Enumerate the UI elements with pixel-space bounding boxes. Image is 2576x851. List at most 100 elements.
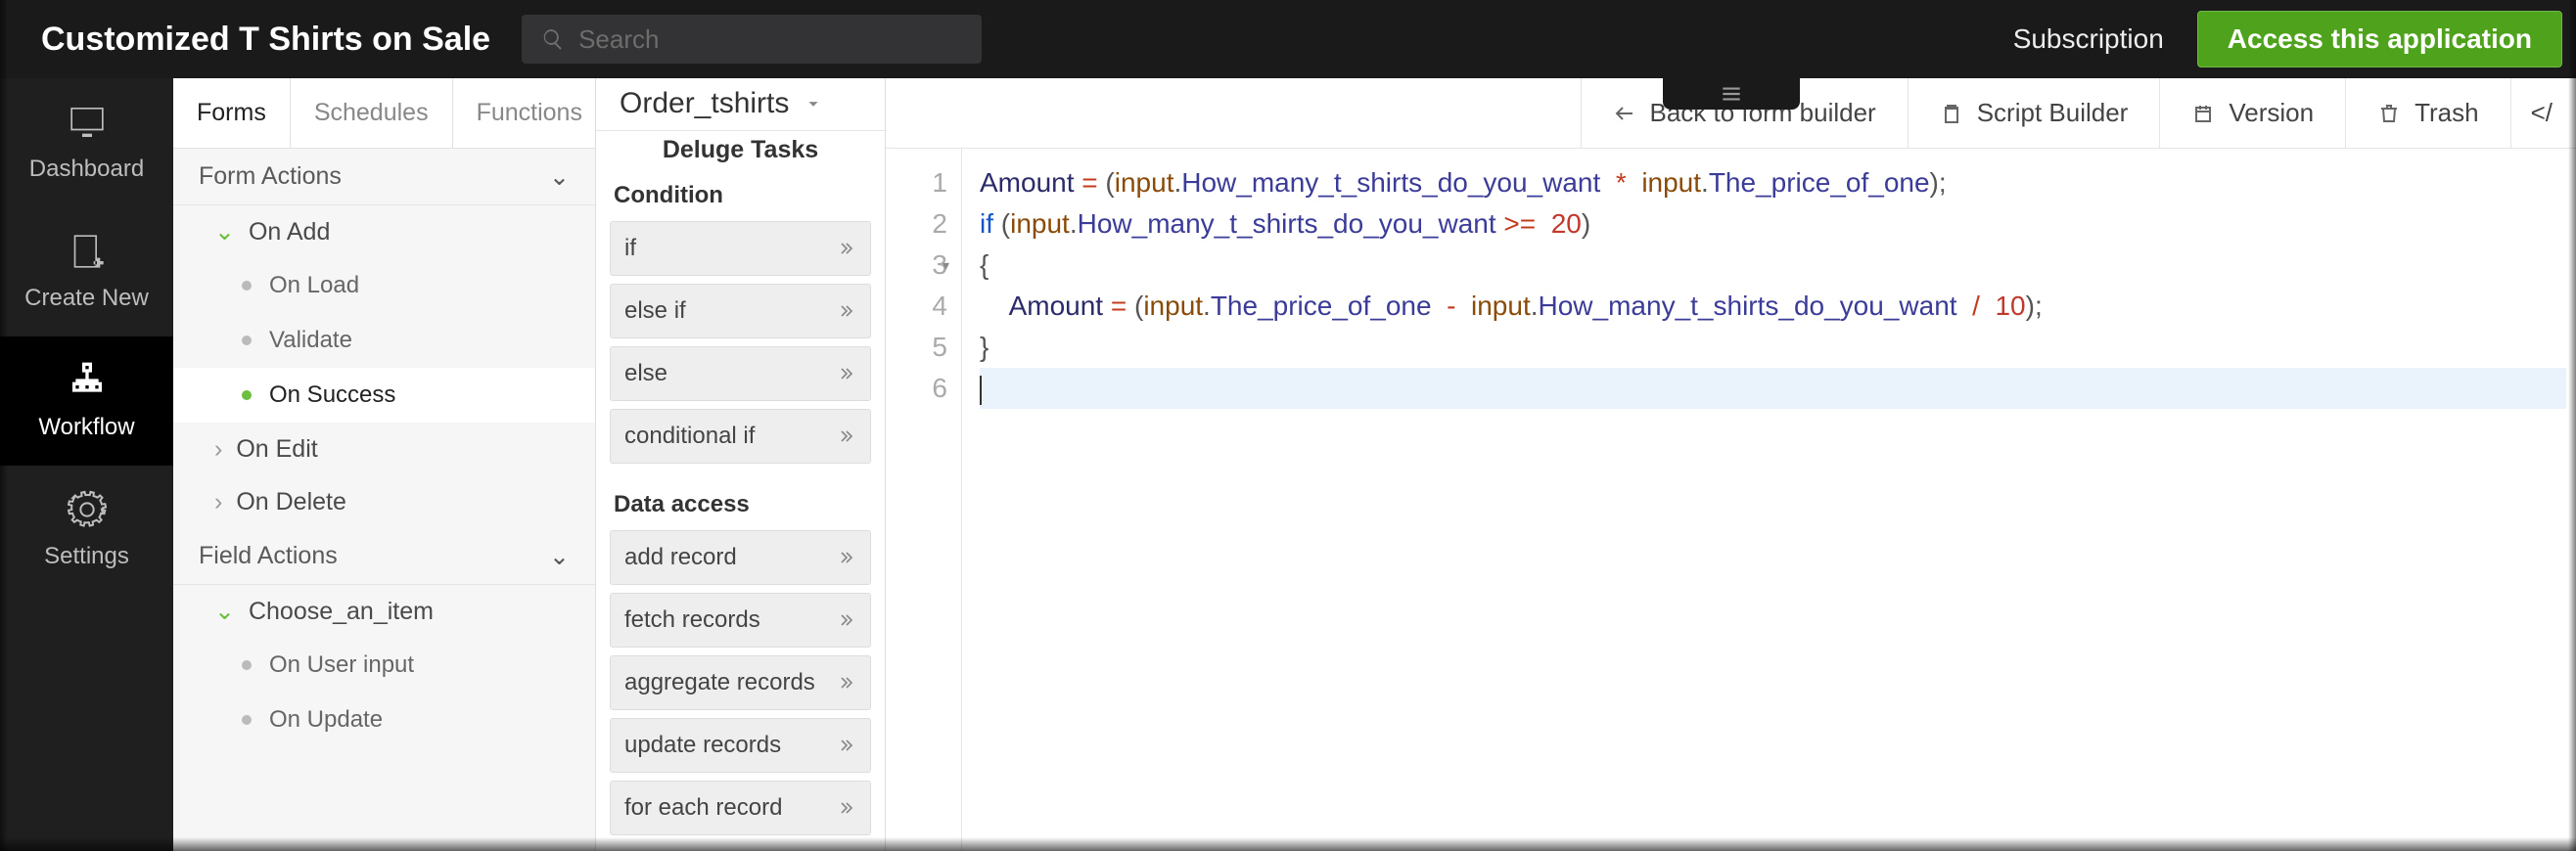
trash-icon bbox=[2377, 102, 2401, 125]
workflow-icon bbox=[68, 361, 107, 400]
action-label: Validate bbox=[269, 327, 352, 354]
event-label: On Delete bbox=[236, 488, 346, 516]
action-on-update[interactable]: On Update bbox=[173, 693, 595, 747]
task-else-if[interactable]: else if bbox=[610, 284, 871, 338]
double-chevron-right-icon bbox=[837, 301, 856, 321]
menu-icon bbox=[1719, 81, 1744, 107]
task-label: update records bbox=[624, 732, 781, 759]
status-dot bbox=[242, 390, 252, 400]
task-label: else if bbox=[624, 297, 686, 325]
task-label: add record bbox=[624, 544, 737, 571]
button-label: Trash bbox=[2415, 98, 2479, 128]
chevron-down-icon: ⌄ bbox=[549, 542, 570, 571]
task-add-record[interactable]: add record bbox=[610, 530, 871, 585]
event-label: On Edit bbox=[236, 435, 317, 464]
arrow-left-icon bbox=[1613, 102, 1636, 125]
action-label: On Success bbox=[269, 381, 395, 409]
tablet-plus-icon bbox=[68, 232, 107, 271]
action-label: On User input bbox=[269, 651, 414, 679]
task-group-condition: Condition bbox=[610, 170, 871, 221]
nav-settings[interactable]: Settings bbox=[0, 466, 173, 595]
task-label: if bbox=[624, 235, 636, 262]
double-chevron-right-icon bbox=[837, 426, 856, 446]
task-fetch-records[interactable]: fetch records bbox=[610, 593, 871, 648]
action-on-user-input[interactable]: On User input bbox=[173, 638, 595, 693]
form-name-label: Order_tshirts bbox=[620, 87, 789, 120]
form-selector[interactable]: Order_tshirts bbox=[596, 78, 885, 131]
tab-functions[interactable]: Functions bbox=[453, 78, 596, 148]
code-editor[interactable]: 1 2 3 4 5 6 Amount = (input.How_many_t_s… bbox=[886, 149, 2576, 851]
monitor-icon bbox=[68, 103, 107, 142]
chevron-down-icon: ⌄ bbox=[214, 597, 235, 626]
status-dot bbox=[242, 281, 252, 291]
nav-label: Workflow bbox=[38, 414, 134, 441]
app-title: Customized T Shirts on Sale bbox=[41, 21, 490, 59]
nav-workflow[interactable]: Workflow bbox=[0, 336, 173, 466]
chevron-down-icon: ⌄ bbox=[214, 217, 235, 246]
code-bracket-button[interactable]: </ bbox=[2510, 78, 2572, 149]
action-label: On Update bbox=[269, 706, 383, 734]
nav-label: Dashboard bbox=[29, 156, 144, 183]
chevron-down-icon bbox=[803, 93, 824, 114]
section-label: Form Actions bbox=[199, 162, 342, 191]
code-body[interactable]: Amount = (input.How_many_t_shirts_do_you… bbox=[962, 149, 2576, 851]
task-for-each-record[interactable]: for each record bbox=[610, 781, 871, 835]
task-group-data-access: Data access bbox=[610, 479, 871, 530]
double-chevron-right-icon bbox=[837, 610, 856, 630]
search-wrap[interactable] bbox=[522, 15, 982, 64]
tab-forms[interactable]: Forms bbox=[173, 78, 291, 148]
deluge-tasks-title: Deluge Tasks bbox=[596, 131, 885, 170]
clipboard-icon bbox=[1940, 102, 1963, 125]
status-dot bbox=[242, 336, 252, 345]
angle-bracket-label: </ bbox=[2531, 98, 2553, 128]
panel-drag-handle[interactable] bbox=[1663, 78, 1800, 110]
subscription-link[interactable]: Subscription bbox=[2013, 23, 2164, 55]
access-application-button[interactable]: Access this application bbox=[2197, 11, 2562, 67]
nav-create-new[interactable]: Create New bbox=[0, 207, 173, 336]
event-on-delete[interactable]: › On Delete bbox=[173, 475, 595, 528]
action-validate[interactable]: Validate bbox=[173, 313, 595, 368]
line-gutter: 1 2 3 4 5 6 bbox=[886, 149, 962, 851]
text-cursor bbox=[980, 376, 982, 405]
event-on-add[interactable]: ⌄ On Add bbox=[173, 205, 595, 258]
nav-dashboard[interactable]: Dashboard bbox=[0, 78, 173, 207]
task-label: conditional if bbox=[624, 423, 755, 450]
status-dot bbox=[242, 715, 252, 725]
trash-button[interactable]: Trash bbox=[2345, 78, 2510, 149]
chevron-right-icon: › bbox=[214, 435, 222, 464]
section-form-actions[interactable]: Form Actions ⌄ bbox=[173, 149, 595, 205]
nav-label: Create New bbox=[24, 285, 149, 312]
chevron-right-icon: › bbox=[214, 488, 222, 516]
button-label: Script Builder bbox=[1977, 98, 2129, 128]
field-choose-an-item[interactable]: ⌄ Choose_an_item bbox=[173, 585, 595, 638]
double-chevron-right-icon bbox=[837, 798, 856, 818]
task-label: else bbox=[624, 360, 667, 387]
task-update-records[interactable]: update records bbox=[610, 718, 871, 773]
task-conditional-if[interactable]: conditional if bbox=[610, 409, 871, 464]
task-label: aggregate records bbox=[624, 669, 815, 696]
tab-schedules[interactable]: Schedules bbox=[291, 78, 453, 148]
gear-icon bbox=[68, 490, 107, 529]
section-field-actions[interactable]: Field Actions ⌄ bbox=[173, 528, 595, 585]
task-else[interactable]: else bbox=[610, 346, 871, 401]
double-chevron-right-icon bbox=[837, 736, 856, 755]
action-on-load[interactable]: On Load bbox=[173, 258, 595, 313]
task-aggregate-records[interactable]: aggregate records bbox=[610, 655, 871, 710]
script-builder-button[interactable]: Script Builder bbox=[1908, 78, 2160, 149]
double-chevron-right-icon bbox=[837, 673, 856, 693]
double-chevron-right-icon bbox=[837, 364, 856, 383]
event-label: On Add bbox=[249, 218, 330, 246]
version-button[interactable]: Version bbox=[2159, 78, 2345, 149]
task-label: for each record bbox=[624, 794, 782, 822]
search-input[interactable] bbox=[578, 24, 962, 55]
event-label: Choose_an_item bbox=[249, 598, 434, 626]
button-label: Version bbox=[2229, 98, 2314, 128]
task-if[interactable]: if bbox=[610, 221, 871, 276]
calendar-icon bbox=[2191, 102, 2215, 125]
event-on-edit[interactable]: › On Edit bbox=[173, 423, 595, 475]
task-label: fetch records bbox=[624, 606, 760, 634]
search-icon bbox=[541, 27, 565, 51]
section-label: Field Actions bbox=[199, 542, 338, 570]
double-chevron-right-icon bbox=[837, 239, 856, 258]
action-on-success[interactable]: On Success bbox=[173, 368, 595, 423]
